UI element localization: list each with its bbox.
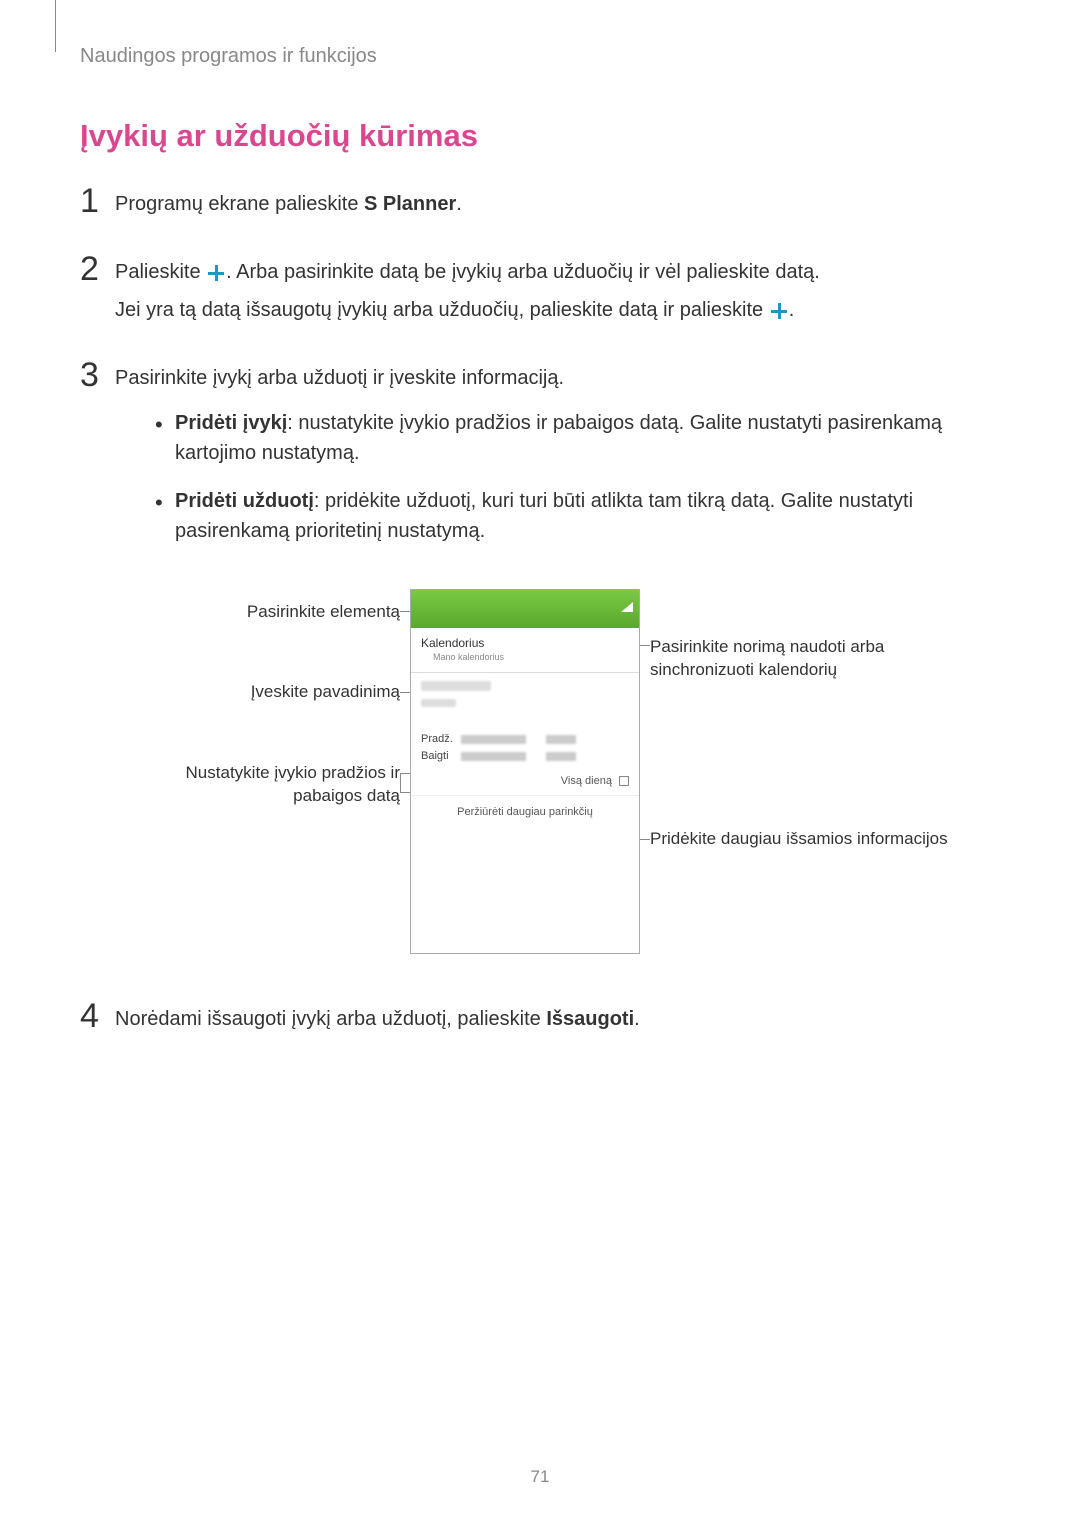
bullet-bold: Pridėti įvykį: [175, 412, 287, 434]
phone-statusbar: [411, 590, 639, 628]
margin-rule: [55, 0, 56, 52]
blur-placeholder: [421, 681, 491, 691]
blur-placeholder: [461, 735, 526, 744]
text: Pasirinkite įvykį arba užduotį ir įveski…: [115, 363, 1000, 393]
callout-set-dates: Nustatykite įvykio pradžios ir pabaigos …: [130, 762, 400, 808]
save-label: Išsaugoti: [546, 1008, 634, 1030]
phone-frame: Kalendorius Mano kalendorius Pradž. Baig…: [410, 589, 640, 954]
start-label: Pradž.: [421, 733, 461, 745]
title-input-block: [411, 673, 639, 727]
page-number: 71: [531, 1467, 550, 1487]
date-block: Pradž. Baigti: [411, 727, 639, 773]
blur-placeholder: [421, 699, 456, 707]
step-number: 4: [80, 999, 115, 1033]
end-label: Baigti: [421, 750, 461, 762]
checkbox-icon: [619, 776, 629, 786]
blur-placeholder: [546, 735, 576, 744]
all-day-label: Visą dieną: [561, 775, 612, 787]
callout-select-calendar: Pasirinkite norimą naudoti arba sinchron…: [650, 636, 950, 682]
text: Palieskite: [115, 261, 206, 283]
step-1: 1 Programų ekrane palieskite S Planner.: [80, 184, 1000, 227]
text: .: [456, 193, 462, 215]
step-number: 3: [80, 358, 115, 392]
bullet-add-event: Pridėti įvykį: nustatykite įvykio pradži…: [155, 408, 1000, 468]
annotated-screenshot: Pasirinkite elementą Įveskite pavadinimą…: [130, 589, 950, 959]
callout-enter-name: Įveskite pavadinimą: [130, 681, 400, 704]
step-4: 4 Norėdami išsaugoti įvykį arba užduotį,…: [80, 999, 1000, 1042]
signal-icon: [621, 602, 633, 612]
step-body: Pasirinkite įvykį arba užduotį ir įveski…: [115, 358, 1000, 564]
section-title: Įvykių ar užduočių kūrimas: [80, 118, 1000, 154]
my-calendar-label: Mano kalendorius: [433, 652, 629, 662]
text: Norėdami išsaugoti įvykį arba užduotį, p…: [115, 1008, 546, 1030]
text: Programų ekrane palieskite: [115, 193, 364, 215]
text: Jei yra tą datą išsaugotų įvykių arba už…: [115, 299, 769, 321]
plus-icon: [208, 265, 224, 281]
step-body: Norėdami išsaugoti įvykį arba užduotį, p…: [115, 999, 1000, 1042]
callout-select-item: Pasirinkite elementą: [130, 601, 400, 624]
breadcrumb: Naudingos programos ir funkcijos: [80, 45, 1000, 68]
step-number: 2: [80, 252, 115, 286]
plus-icon: [771, 303, 787, 319]
bullet-rest: : nustatykite įvykio pradžios ir pabaigo…: [175, 412, 942, 464]
text: .: [634, 1008, 640, 1030]
text: . Arba pasirinkite datą be įvykių arba u…: [226, 261, 820, 283]
blur-placeholder: [461, 752, 526, 761]
blur-placeholder: [546, 752, 576, 761]
step-body: Programų ekrane palieskite S Planner.: [115, 184, 1000, 227]
step-2: 2 Palieskite . Arba pasirinkite datą be …: [80, 252, 1000, 333]
leader-line: [400, 773, 401, 792]
app-name-splanner: S Planner: [364, 193, 456, 215]
calendar-selector: Kalendorius Mano kalendorius: [411, 628, 639, 673]
step-3: 3 Pasirinkite įvykį arba užduotį ir įves…: [80, 358, 1000, 564]
step-body: Palieskite . Arba pasirinkite datą be įv…: [115, 252, 1000, 333]
callout-add-details: Pridėkite daugiau išsamios informacijos: [650, 828, 950, 851]
bullet-add-task: Pridėti užduotį: pridėkite užduotį, kuri…: [155, 486, 1000, 546]
text: .: [789, 299, 795, 321]
all-day-row: Visą dieną: [411, 773, 639, 796]
step-number: 1: [80, 184, 115, 218]
bullet-bold: Pridėti užduotį: [175, 490, 314, 512]
more-options-row: Peržiūrėti daugiau parinkčių: [411, 796, 639, 828]
calendar-label: Kalendorius: [421, 636, 629, 650]
